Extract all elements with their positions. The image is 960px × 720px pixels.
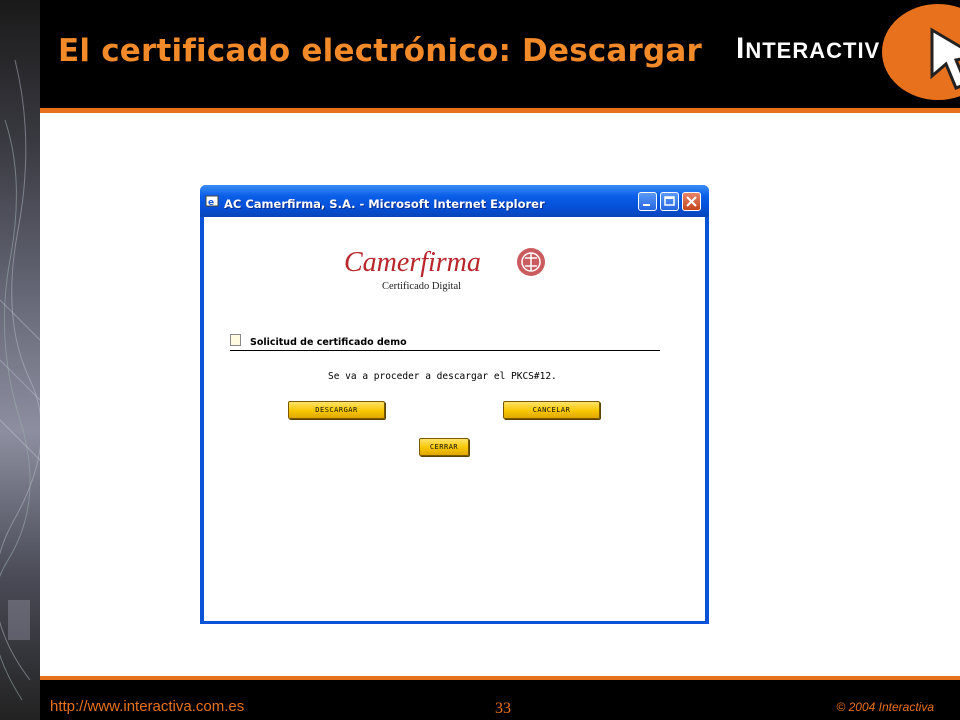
section-title: Solicitud de certificado demo	[250, 337, 407, 348]
cursor-icon	[930, 27, 960, 90]
footer-divider	[40, 676, 960, 680]
section-divider	[230, 350, 660, 351]
header-divider	[40, 108, 960, 113]
minimize-button[interactable]	[638, 192, 657, 211]
interactiva-logo: INTERACTIV	[730, 0, 960, 108]
svg-text:e: e	[208, 198, 214, 208]
cancel-button[interactable]: CANCELAR	[503, 401, 600, 419]
browser-title: AC Camerfirma, S.A. - Microsoft Internet…	[224, 197, 545, 211]
camerfirma-logo: Camerfirma	[344, 247, 481, 278]
document-icon	[230, 334, 241, 346]
close-window-button[interactable]	[682, 192, 701, 211]
slide-title: El certificado electrónico: Descargar	[58, 33, 703, 69]
browser-titlebar[interactable]: e AC Camerfirma, S.A. - Microsoft Intern…	[200, 185, 709, 217]
copyright: © 2004 Interactiva	[836, 700, 934, 714]
slide-footer: http://www.interactiva.com.es 33 © 2004 …	[40, 676, 960, 720]
brand-subtitle: Certificado Digital	[382, 281, 462, 292]
maximize-icon	[664, 196, 675, 206]
close-icon	[686, 196, 697, 207]
decorative-pattern	[0, 59, 40, 701]
browser-window: e AC Camerfirma, S.A. - Microsoft Intern…	[200, 185, 709, 624]
ie-page-icon: e	[205, 195, 219, 208]
slide-header: El certificado electrónico: Descargar IN…	[40, 0, 960, 108]
camerfirma-seal-icon	[517, 248, 545, 276]
download-message: Se va a proceder a descargar el PKCS#12.	[328, 371, 557, 382]
close-button[interactable]: CERRAR	[419, 438, 469, 456]
maximize-button[interactable]	[660, 192, 679, 211]
logo-text: INTERACTIV	[736, 32, 880, 66]
page-number: 33	[495, 700, 511, 717]
decorative-strip	[0, 0, 40, 720]
download-button[interactable]: DESCARGAR	[288, 401, 385, 419]
footer-url[interactable]: http://www.interactiva.com.es	[50, 698, 244, 715]
logo-text-first: I	[736, 32, 746, 65]
browser-content: Camerfirma Certificado Digital Solicitud…	[204, 217, 705, 621]
logo-text-rest: NTERACTIV	[745, 38, 881, 63]
minimize-icon	[643, 204, 650, 206]
